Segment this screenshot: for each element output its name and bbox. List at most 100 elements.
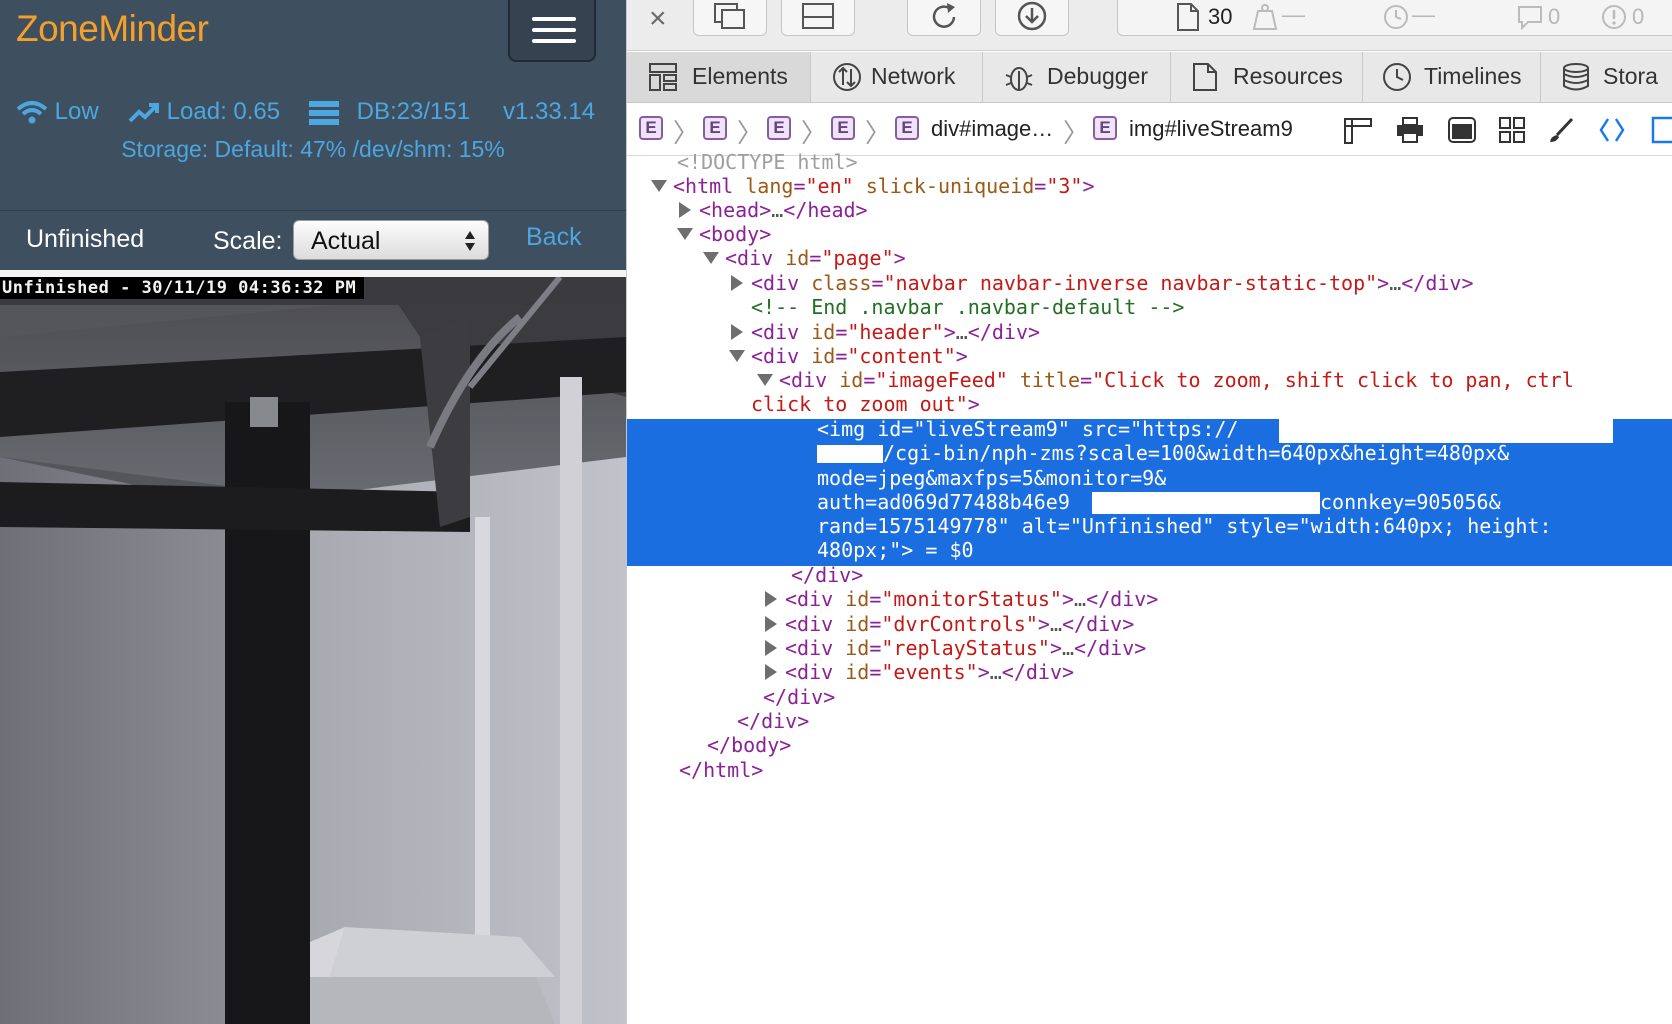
- breadcrumb-div-imagefeed-icon[interactable]: E: [895, 116, 919, 140]
- tab-resources-label: Resources: [1233, 63, 1343, 89]
- dom-tree: <!DOCTYPE html> <html lang="en" slick-un…: [627, 150, 1672, 1024]
- ruler-icon[interactable]: [1343, 116, 1373, 144]
- version-label[interactable]: v1.33.14: [503, 98, 595, 126]
- dom-close-html[interactable]: </html>: [679, 757, 763, 783]
- storage-status: Storage: Default: 47% /dev/shm: 15%: [121, 136, 505, 162]
- dom-node-div-content[interactable]: <div id="content">: [729, 343, 968, 369]
- db-label: DB:23/151: [356, 98, 471, 125]
- disclosure-right-icon[interactable]: [765, 591, 777, 607]
- activity-viewer[interactable]: 30 — — 0 0: [1117, 0, 1672, 36]
- undock-button[interactable]: [693, 0, 767, 36]
- close-icon[interactable]: ×: [649, 2, 667, 36]
- scale-select[interactable]: Actual: [293, 220, 489, 260]
- disclosure-right-icon[interactable]: [765, 664, 777, 680]
- dom-node-img-line2[interactable]: /cgi-bin/nph-zms?scale=100&width=640px&h…: [883, 440, 1509, 466]
- disclosure-down-icon[interactable]: [651, 180, 667, 192]
- brand-logo[interactable]: ZoneMinder: [16, 8, 209, 50]
- tab-elements-label: Elements: [692, 63, 788, 89]
- scale-select-value: Actual: [311, 227, 381, 255]
- tab-network-label: Network: [871, 63, 956, 89]
- warning-icon: [1602, 5, 1626, 29]
- warning-count: 0: [1632, 4, 1645, 29]
- dom-comment[interactable]: <!-- End .navbar .navbar-default -->: [751, 294, 1184, 320]
- back-link[interactable]: Back: [526, 223, 582, 252]
- log-icon: [1518, 6, 1542, 31]
- dom-node-img-line3[interactable]: mode=jpeg&maxfps=5&monitor=9&: [817, 465, 1166, 491]
- dom-close-div-imagefeed[interactable]: </div>: [791, 562, 863, 588]
- chevron-right-icon: 〉: [673, 118, 700, 148]
- dom-node-div-imagefeed-cont[interactable]: click to zoom out">: [751, 391, 980, 417]
- bug-icon: [1005, 67, 1033, 91]
- breadcrumb-div-imagefeed[interactable]: div#image…: [931, 116, 1053, 142]
- disclosure-right-icon[interactable]: [679, 202, 691, 218]
- dom-node-img-line1[interactable]: <img id="liveStream9" src="https://: [817, 416, 1238, 442]
- monitor-header: Unfinished Scale: Actual Back: [0, 210, 626, 271]
- dom-node-div-events[interactable]: <div id="events">…</div>: [765, 659, 1074, 685]
- tab-debugger[interactable]: Debugger: [983, 52, 1171, 102]
- grid-icon[interactable]: [1497, 116, 1527, 144]
- paintbrush-icon[interactable]: [1547, 116, 1577, 144]
- elements-icon: [649, 63, 677, 91]
- dom-node-head[interactable]: <head>…</head>: [679, 197, 868, 223]
- dom-close-body[interactable]: </body>: [707, 732, 791, 758]
- dom-node-img-line5[interactable]: rand=1575149778" alt="Unfinished" style=…: [817, 513, 1552, 539]
- dom-node-div-page[interactable]: <div id="page">: [703, 245, 906, 271]
- download-button[interactable]: [995, 0, 1069, 36]
- disclosure-right-icon[interactable]: [731, 275, 743, 291]
- tab-resources[interactable]: Resources: [1171, 52, 1363, 102]
- disclosure-down-icon[interactable]: [703, 252, 719, 264]
- sidebar-toggle-icon[interactable]: [1651, 116, 1672, 144]
- reload-button[interactable]: [907, 0, 981, 36]
- tab-storage[interactable]: Stora: [1541, 52, 1672, 102]
- disclosure-down-icon[interactable]: [677, 228, 693, 240]
- storage-icon: [1563, 63, 1589, 91]
- dom-node-img-line4b[interactable]: connkey=905056&: [1320, 489, 1501, 515]
- dom-node-div-monitorstatus[interactable]: <div id="monitorStatus">…</div>: [765, 586, 1158, 612]
- disclosure-right-icon[interactable]: [765, 616, 777, 632]
- dom-node-div-replaystatus[interactable]: <div id="replayStatus">…</div>: [765, 635, 1146, 661]
- code-brackets-icon[interactable]: [1597, 116, 1627, 144]
- load-indicator: Load: 0.65: [128, 98, 280, 126]
- dom-node-img-line6[interactable]: 480px;"> = $0: [817, 537, 974, 563]
- redacted-block: [1092, 492, 1320, 514]
- time-placeholder: —: [1412, 1, 1435, 27]
- resources-icon: [1193, 63, 1217, 91]
- disclosure-down-icon[interactable]: [757, 374, 773, 386]
- clock-icon: [1384, 5, 1408, 29]
- live-stream-image[interactable]: Unfinished - 30/11/19 04:36:32 PM: [0, 277, 626, 1024]
- dom-node-div-navbar[interactable]: <div class="navbar navbar-inverse navbar…: [731, 270, 1474, 296]
- disclosure-right-icon[interactable]: [731, 324, 743, 340]
- dock-bottom-button[interactable]: [781, 0, 855, 36]
- hamburger-menu-button[interactable]: [508, 0, 596, 62]
- breadcrumb-img-livestream[interactable]: img#liveStream9: [1129, 116, 1293, 142]
- dom-node-div-header[interactable]: <div id="header">…</div>: [731, 319, 1040, 345]
- bandwidth-label: Low: [54, 98, 99, 125]
- tab-timelines[interactable]: Timelines: [1363, 52, 1541, 102]
- breadcrumb-body[interactable]: E: [703, 116, 727, 140]
- load-label: Load: 0.65: [166, 98, 281, 125]
- chevron-right-icon: 〉: [1063, 118, 1090, 148]
- disclosure-right-icon[interactable]: [765, 640, 777, 656]
- breadcrumb-div-page[interactable]: E: [767, 116, 791, 140]
- dom-node-html[interactable]: <html lang="en" slick-uniqueid="3">: [651, 173, 1095, 199]
- dom-close-div-content[interactable]: </div>: [763, 684, 835, 710]
- breadcrumb-html[interactable]: E: [639, 116, 663, 140]
- tab-network[interactable]: Network: [811, 52, 983, 102]
- dom-node-div-imagefeed[interactable]: <div id="imageFeed" title="Click to zoom…: [757, 367, 1574, 393]
- dom-close-div-page[interactable]: </div>: [737, 708, 809, 734]
- inspector-tab-bar: Elements Network Debugger Resources Time…: [627, 52, 1672, 103]
- navbar: ZoneMinder Low Load: 0.65 DB:23/151 v1.3…: [0, 0, 626, 210]
- disclosure-down-icon[interactable]: [729, 350, 745, 362]
- tab-elements[interactable]: Elements: [627, 52, 811, 102]
- size-placeholder: —: [1282, 1, 1305, 27]
- dom-node-img-line4a[interactable]: auth=ad069d77488b46e9: [817, 489, 1070, 515]
- dom-node-body[interactable]: <body>: [677, 221, 771, 247]
- breadcrumb-div-content[interactable]: E: [831, 116, 855, 140]
- breadcrumb-img-icon[interactable]: E: [1093, 116, 1117, 140]
- dock-bottom-icon: [802, 3, 834, 29]
- dom-node-div-dvrcontrols[interactable]: <div id="dvrControls">…</div>: [765, 611, 1134, 637]
- wifi-icon: [16, 100, 48, 124]
- print-icon[interactable]: [1395, 116, 1425, 144]
- composite-layers-icon[interactable]: [1447, 116, 1477, 144]
- bandwidth-indicator[interactable]: Low: [16, 98, 99, 127]
